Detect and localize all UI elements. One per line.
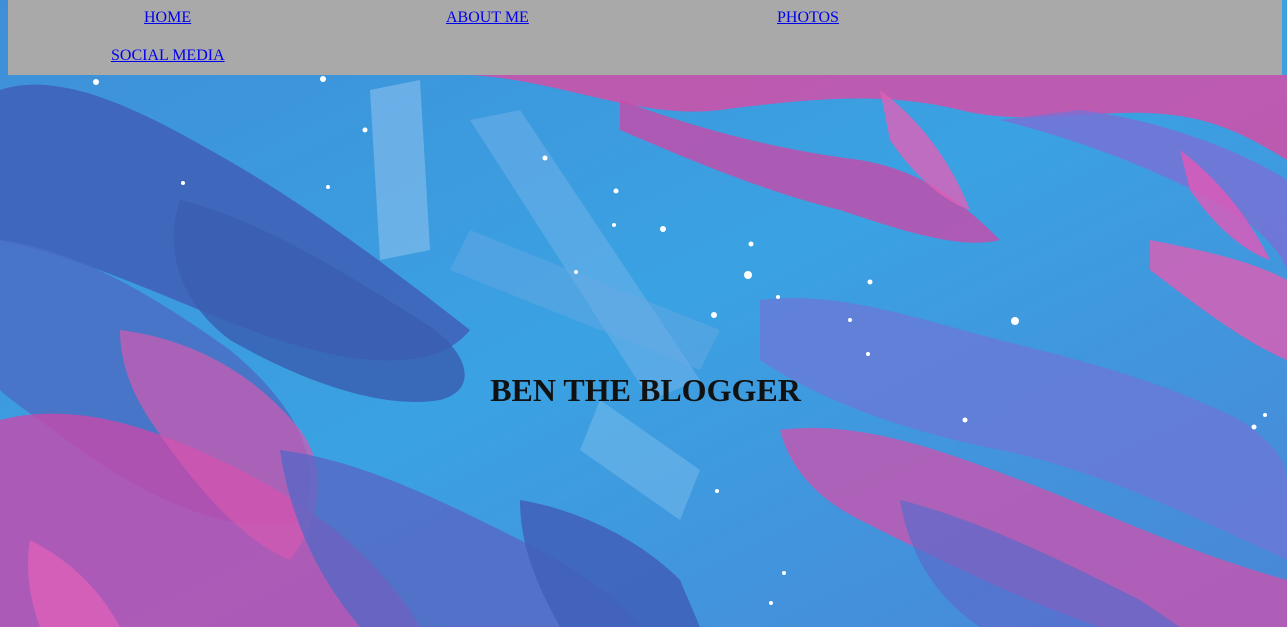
hero-background-image <box>0 0 1287 627</box>
nav-link-home[interactable]: HOME <box>144 9 191 27</box>
site-title: BEN THE BLOGGER <box>490 372 801 408</box>
nav-link-social-media[interactable]: SOCIAL MEDIA <box>111 47 225 65</box>
page: HOME ABOUT ME PHOTOS SOCIAL MEDIA BEN TH… <box>0 0 1287 630</box>
nav-link-about-me[interactable]: ABOUT ME <box>446 9 529 27</box>
nav-link-photos[interactable]: PHOTOS <box>777 9 839 27</box>
top-navigation-bar: HOME ABOUT ME PHOTOS SOCIAL MEDIA <box>8 0 1282 75</box>
